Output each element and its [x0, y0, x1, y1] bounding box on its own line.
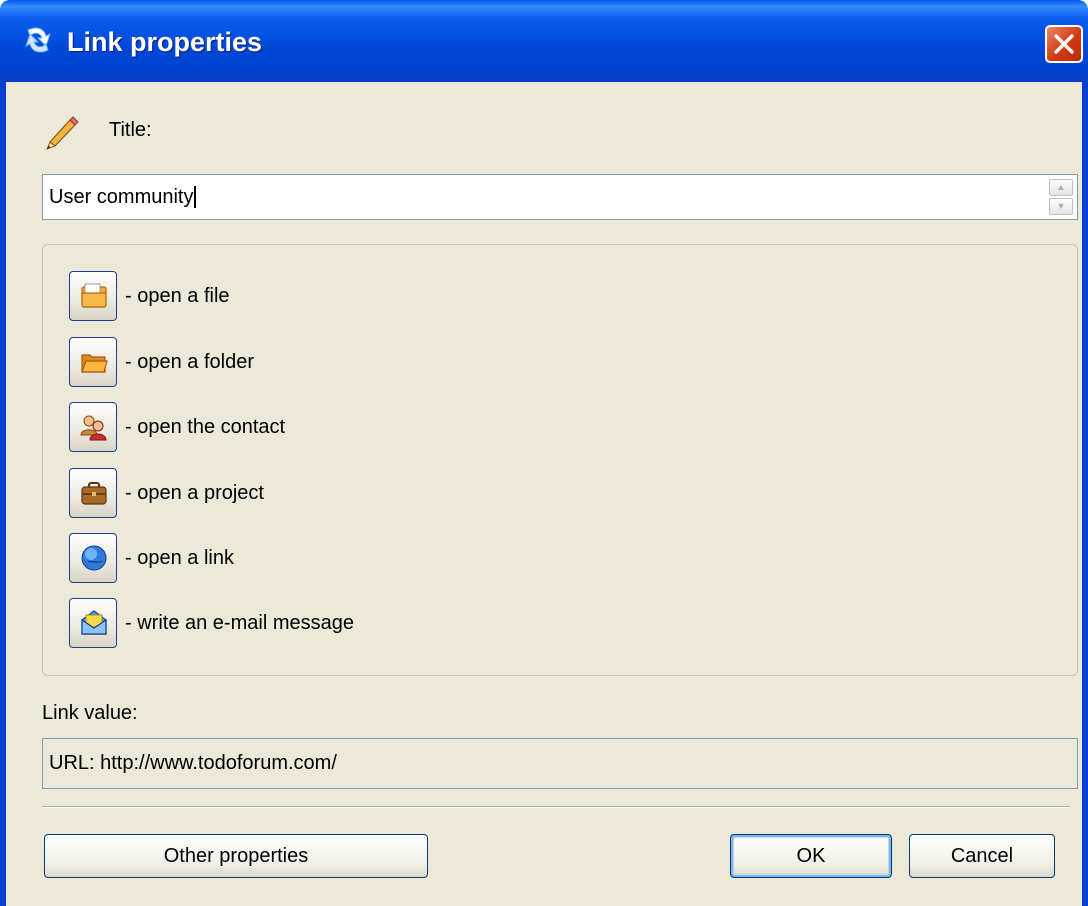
separator [42, 806, 1070, 808]
write-email-button[interactable] [69, 598, 117, 648]
cancel-button[interactable]: Cancel [909, 834, 1055, 878]
window-title: Link properties [67, 27, 263, 57]
globe-icon [81, 545, 107, 571]
title-bar[interactable]: Link properties [0, 0, 1088, 82]
open-folder-button[interactable] [69, 337, 117, 387]
ok-button[interactable]: OK [730, 834, 892, 878]
open-link-button[interactable] [69, 533, 117, 583]
link-type-group: - open a file - open a folder - open the… [42, 244, 1078, 676]
spin-up-button[interactable]: ▲ [1049, 179, 1073, 196]
action-label: - write an e-mail message [125, 612, 354, 634]
folder-icon [81, 354, 108, 373]
link-value-text: URL: http://www.todoforum.com/ [49, 752, 337, 774]
close-button[interactable] [1045, 25, 1083, 63]
contact-icon [80, 415, 107, 441]
open-contact-button[interactable] [69, 402, 117, 452]
title-label: Title: [109, 119, 152, 141]
spin-down-button[interactable]: ▼ [1049, 198, 1073, 215]
action-label: - open a link [125, 547, 234, 569]
dialog-body: Title: User community ▲ ▼ - open a file [6, 82, 1082, 906]
link-value-field[interactable]: URL: http://www.todoforum.com/ [42, 738, 1078, 789]
action-label: - open a project [125, 482, 264, 504]
title-spinner[interactable]: ▲ ▼ [1049, 179, 1073, 215]
link-value-label: Link value: [42, 702, 138, 724]
open-project-button[interactable] [69, 468, 117, 518]
briefcase-icon [81, 482, 107, 505]
other-properties-button[interactable]: Other properties [44, 834, 428, 878]
action-label: - open a file [125, 285, 230, 307]
app-logo-icon [25, 27, 51, 53]
link-properties-dialog: Link properties Title: User community ▲ … [0, 0, 1088, 906]
pencil-icon [46, 116, 79, 150]
title-input[interactable]: User community ▲ ▼ [42, 174, 1078, 220]
envelope-icon [81, 610, 107, 635]
action-label: - open the contact [125, 416, 286, 438]
file-icon [81, 283, 107, 308]
title-input-value: User community [49, 186, 197, 208]
close-icon [1054, 34, 1074, 54]
open-file-button[interactable] [69, 271, 117, 321]
action-label: - open a folder [125, 351, 254, 373]
